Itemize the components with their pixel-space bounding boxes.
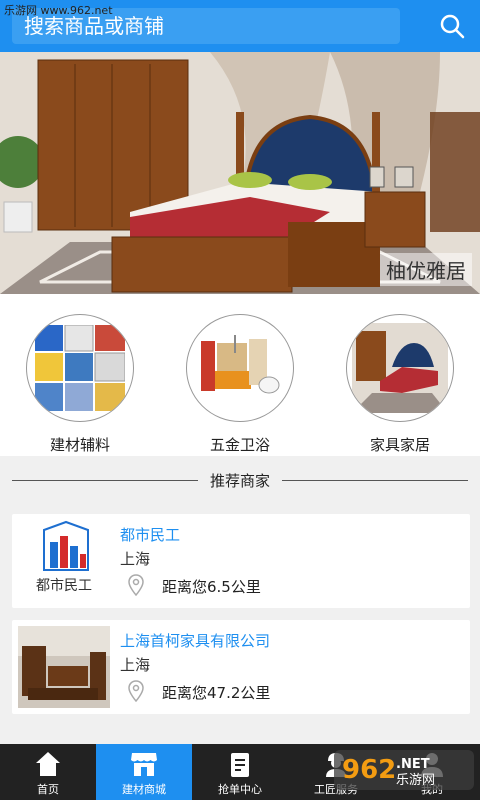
watermark-logo: 962 .NET 乐游网 <box>334 750 474 790</box>
home-icon <box>36 752 60 776</box>
watermark-suffix: .NET <box>396 757 430 772</box>
divider <box>282 479 469 481</box>
tab-label: 抢单中心 <box>218 783 262 796</box>
category-label: 建材辅料 <box>49 436 110 454</box>
category-hardware-bathroom[interactable]: 五金卫浴 <box>175 314 305 456</box>
watermark-text: 乐游网 www.962.net <box>4 4 113 17</box>
watermark-subtitle: 乐游网 <box>396 773 435 788</box>
merchant-distance: 距离您47.2公里 <box>162 684 271 702</box>
merchant-city: 上海 <box>120 656 151 674</box>
merchant-name[interactable]: 上海首柯家具有限公司 <box>120 630 270 651</box>
tab-orders[interactable]: 抢单中心 <box>192 744 288 800</box>
merchant-name[interactable]: 都市民工 <box>120 524 180 545</box>
category-label: 家具家居 <box>369 436 430 454</box>
store-icon <box>131 753 157 776</box>
tab-label: 建材商城 <box>122 783 166 796</box>
tab-store[interactable]: 建材商城 <box>96 744 192 800</box>
merchant-card[interactable]: 都市民工 都市民工 上海 距离您6.5公里 <box>12 514 470 608</box>
tab-label: 首页 <box>37 783 59 796</box>
divider <box>12 479 198 481</box>
banner-caption: 柚优雅居 <box>380 253 472 286</box>
merchant-logo: 都市民工 <box>18 520 110 602</box>
clipboard-icon <box>231 753 249 777</box>
category-building-materials[interactable]: 建材辅料 <box>15 314 145 456</box>
location-pin-icon <box>128 680 144 702</box>
category-row: 建材辅料 五金卫浴 家具家居 <box>0 294 480 456</box>
merchant-distance: 距离您6.5公里 <box>162 578 261 596</box>
banner-image[interactable]: 柚优雅居 <box>0 52 480 294</box>
location-pin-icon <box>128 574 144 596</box>
merchant-logo-text: 都市民工 <box>36 577 92 594</box>
furniture-bedroom-image <box>346 314 454 422</box>
search-icon[interactable] <box>438 12 466 40</box>
recommend-title: 推荐商家 <box>210 471 271 490</box>
category-furniture[interactable]: 家具家居 <box>335 314 465 456</box>
merchant-card[interactable]: 上海首柯家具有限公司 上海 距离您47.2公里 <box>12 620 470 714</box>
merchant-city: 上海 <box>120 550 151 568</box>
building-materials-image <box>26 314 134 422</box>
merchant-photo <box>18 626 110 708</box>
watermark-brand: 962 <box>342 755 396 785</box>
hardware-bathroom-image <box>186 314 294 422</box>
recommend-header: 推荐商家 <box>0 464 480 496</box>
category-label: 五金卫浴 <box>209 436 270 454</box>
tab-home[interactable]: 首页 <box>0 744 96 800</box>
